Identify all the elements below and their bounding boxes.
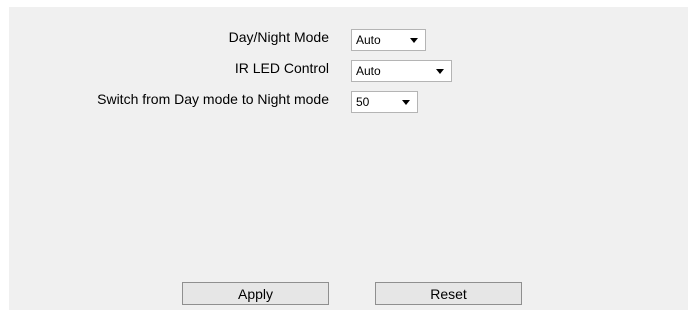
settings-panel: Day/Night Mode Auto IR LED Control Auto … [9, 7, 688, 310]
chevron-down-icon [402, 99, 410, 105]
ir-led-control-value: Auto [356, 64, 381, 78]
chevron-down-icon [436, 68, 444, 74]
ir-led-control-select[interactable]: Auto [351, 60, 452, 82]
apply-button[interactable]: Apply [182, 282, 329, 305]
switch-day-night-label: Switch from Day mode to Night mode [97, 91, 329, 107]
reset-button[interactable]: Reset [375, 282, 522, 305]
switch-day-night-select[interactable]: 50 [351, 91, 418, 113]
day-night-mode-value: Auto [356, 33, 381, 47]
switch-day-night-value: 50 [356, 95, 370, 109]
day-night-mode-select[interactable]: Auto [351, 29, 426, 51]
ir-led-control-label: IR LED Control [234, 60, 329, 76]
chevron-down-icon [410, 37, 418, 43]
day-night-mode-label: Day/Night Mode [228, 29, 329, 45]
